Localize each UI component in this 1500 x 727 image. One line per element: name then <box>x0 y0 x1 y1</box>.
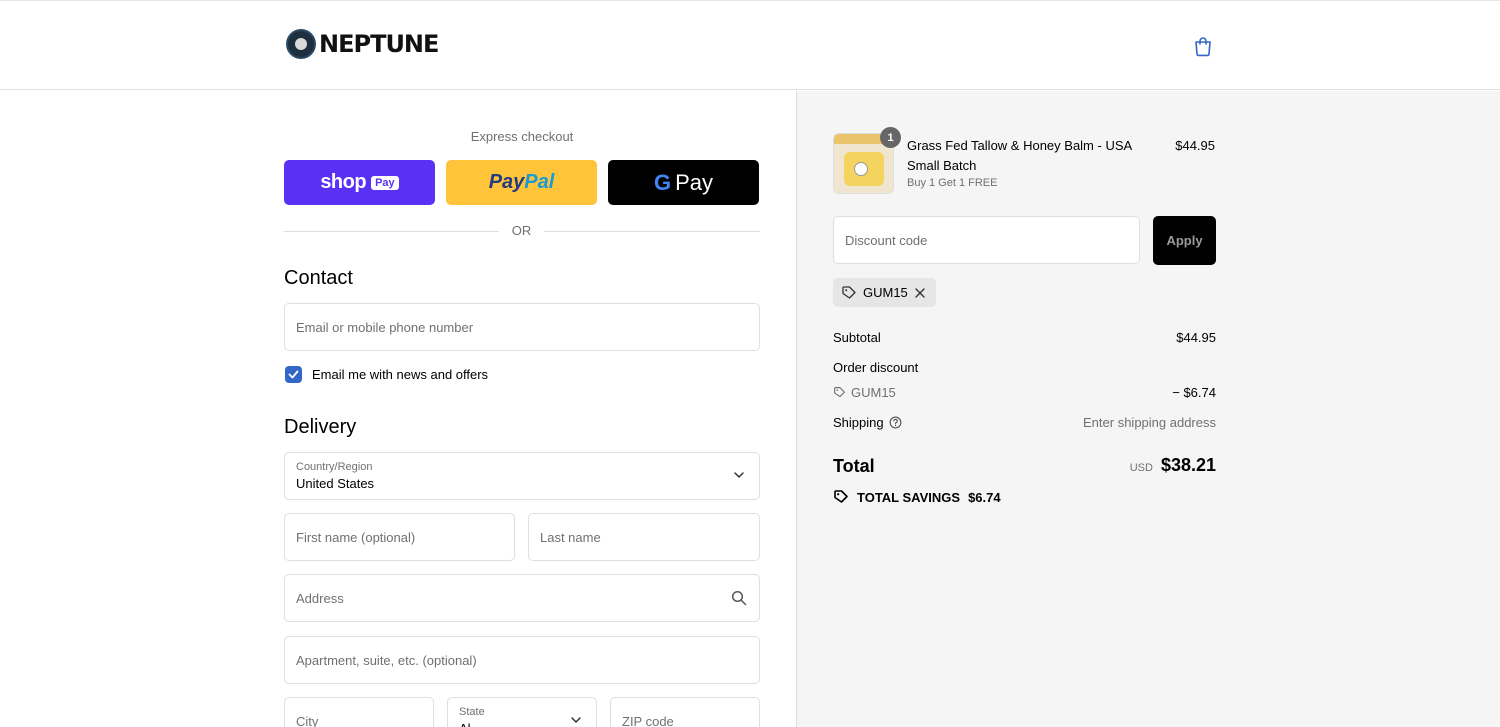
newsletter-checkbox[interactable] <box>285 366 302 383</box>
paypal-word-2: Pal <box>524 171 555 193</box>
discount-code-label: GUM15 <box>851 385 896 400</box>
paypal-button[interactable]: Pay Pal <box>446 160 597 205</box>
order-discount-label: Order discount <box>833 360 919 375</box>
discount-code-row: GUM15 − $6.74 <box>833 385 1216 402</box>
shipping-value: Enter shipping address <box>1083 415 1216 430</box>
address-placeholder: Address <box>296 591 344 606</box>
country-value: United States <box>296 476 375 491</box>
total-row: Total USD $38.21 <box>833 455 1216 477</box>
shop-pay-badge: Pay <box>371 175 399 190</box>
brand-logo[interactable]: NEPTUNE <box>286 29 439 59</box>
product-variant: Buy 1 Get 1 FREE <box>907 177 998 189</box>
state-select[interactable]: State Al <box>447 697 597 727</box>
newsletter-label: Email me with news and offers <box>312 367 489 382</box>
or-label: OR <box>511 223 532 238</box>
quantity-badge: 1 <box>880 127 901 148</box>
google-pay-button[interactable]: G Pay <box>608 160 759 205</box>
help-icon[interactable] <box>889 416 902 429</box>
order-discount-row: Order discount <box>833 360 1216 375</box>
city-placeholder: City <box>296 714 319 727</box>
apartment-field[interactable]: Apartment, suite, etc. (optional) <box>284 636 760 684</box>
logo-emblem-icon <box>286 29 316 59</box>
subtotal-row: Subtotal $44.95 <box>833 330 1216 345</box>
newsletter-option[interactable]: Email me with news and offers <box>285 366 488 383</box>
google-pay-word: Pay <box>675 169 714 195</box>
last-name-field[interactable]: Last name <box>528 513 760 561</box>
currency-code: USD <box>1129 462 1153 474</box>
total-label: Total <box>833 456 875 476</box>
delivery-heading: Delivery <box>284 416 357 438</box>
tag-icon <box>834 387 845 398</box>
email-field[interactable]: Email or mobile phone number <box>284 303 760 351</box>
product-price: $44.95 <box>1175 138 1215 153</box>
shop-pay-word: shop <box>320 171 367 193</box>
remove-discount-icon[interactable] <box>914 287 926 299</box>
or-divider: OR <box>284 222 760 240</box>
apply-button[interactable]: Apply <box>1153 216 1216 265</box>
applied-discount-chip: GUM15 <box>833 278 936 307</box>
contact-heading: Contact <box>284 267 353 289</box>
state-value: Al <box>459 721 471 727</box>
express-checkout-title: Express checkout <box>470 129 574 144</box>
shop-pay-button[interactable]: shop Pay <box>284 160 435 205</box>
country-select[interactable]: Country/Region United States <box>284 452 760 500</box>
search-icon <box>731 590 747 606</box>
tag-icon <box>842 285 856 299</box>
divider-line <box>544 231 760 232</box>
first-name-field[interactable]: First name (optional) <box>284 513 515 561</box>
divider-line <box>284 231 499 232</box>
total-savings: TOTAL SAVINGS $6.74 <box>833 489 1001 505</box>
apartment-placeholder: Apartment, suite, etc. (optional) <box>296 653 477 668</box>
zip-field[interactable]: ZIP code <box>610 697 760 727</box>
savings-tag-icon <box>834 490 848 503</box>
discount-value: − $6.74 <box>1172 385 1216 400</box>
country-label: Country/Region <box>296 461 373 473</box>
shipping-row: Shipping Enter shipping address <box>833 415 1216 430</box>
savings-value: $6.74 <box>968 489 1001 505</box>
header: NEPTUNE <box>0 1 1500 90</box>
zip-placeholder: ZIP code <box>622 714 674 727</box>
subtotal-value: $44.95 <box>1176 330 1216 345</box>
total-amount-group: USD $38.21 <box>1130 455 1216 476</box>
shopping-bag-icon[interactable] <box>1192 35 1214 57</box>
paypal-word-1: Pay <box>488 171 525 193</box>
shipping-label-group: Shipping <box>833 415 902 430</box>
subtotal-label: Subtotal <box>833 330 881 345</box>
order-summary: 1 Grass Fed Tallow & Honey Balm - USA Sm… <box>796 91 1500 727</box>
email-placeholder: Email or mobile phone number <box>296 320 474 335</box>
savings-label: TOTAL SAVINGS <box>857 489 961 505</box>
last-name-placeholder: Last name <box>540 530 601 545</box>
applied-code-label: GUM15 <box>863 285 908 300</box>
chevron-down-icon <box>571 717 581 724</box>
shipping-label: Shipping <box>833 415 884 430</box>
brand-name: NEPTUNE <box>319 30 439 58</box>
discount-code-tag: GUM15 <box>833 385 896 400</box>
total-value: $38.21 <box>1160 455 1216 475</box>
google-g-icon: G <box>653 169 672 195</box>
chevron-down-icon <box>734 472 744 479</box>
first-name-placeholder: First name (optional) <box>296 530 416 545</box>
city-field[interactable]: City <box>284 697 434 727</box>
discount-placeholder: Discount code <box>845 233 928 248</box>
address-field[interactable]: Address <box>284 574 760 622</box>
discount-code-field[interactable]: Discount code <box>833 216 1140 264</box>
checkout-form: Express checkout shop Pay Pay Pal G Pay O… <box>0 91 796 727</box>
checkmark-icon <box>288 370 299 379</box>
state-label: State <box>459 706 485 718</box>
thumbnail-label <box>854 162 868 176</box>
